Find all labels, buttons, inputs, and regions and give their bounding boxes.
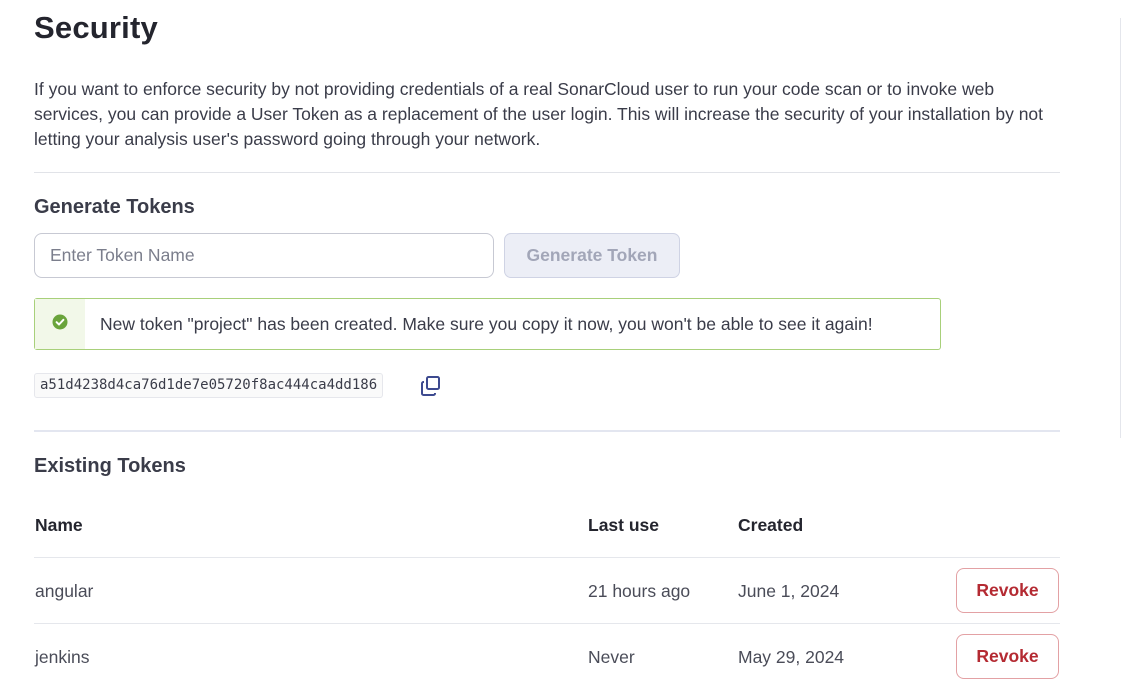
token-last-use: 21 hours ago: [588, 581, 691, 601]
revoke-button[interactable]: Revoke: [956, 634, 1059, 679]
check-circle-icon: [52, 314, 68, 335]
generate-token-button[interactable]: Generate Token: [504, 233, 680, 278]
token-name: jenkins: [35, 647, 90, 667]
revoke-button[interactable]: Revoke: [956, 568, 1059, 613]
section-divider: [34, 172, 1060, 173]
row-divider: [34, 623, 1060, 624]
token-created: June 1, 2024: [738, 581, 840, 601]
token-created-alert: New token "project" has been created. Ma…: [34, 298, 941, 350]
row-divider: [34, 557, 1060, 558]
token-created: May 29, 2024: [738, 647, 845, 667]
copy-icon[interactable]: [418, 373, 444, 399]
existing-tokens-title: Existing Tokens: [34, 455, 186, 477]
scrollbar-track: [1120, 18, 1121, 438]
security-intro-text: If you want to enforce security by not p…: [34, 79, 1044, 149]
token-value: a51d4238d4ca76d1de7e05720f8ac444ca4dd186: [34, 373, 384, 398]
token-name-input[interactable]: [34, 233, 494, 278]
alert-message: New token "project" has been created. Ma…: [100, 313, 873, 334]
section-divider: [34, 430, 1060, 432]
column-header-last-use: Last use: [588, 515, 659, 535]
page-title: Security: [34, 10, 158, 45]
column-header-name: Name: [35, 515, 83, 535]
token-name: angular: [35, 581, 94, 601]
column-header-created: Created: [738, 515, 804, 535]
token-last-use: Never: [588, 647, 635, 667]
generate-tokens-title: Generate Tokens: [34, 196, 195, 218]
